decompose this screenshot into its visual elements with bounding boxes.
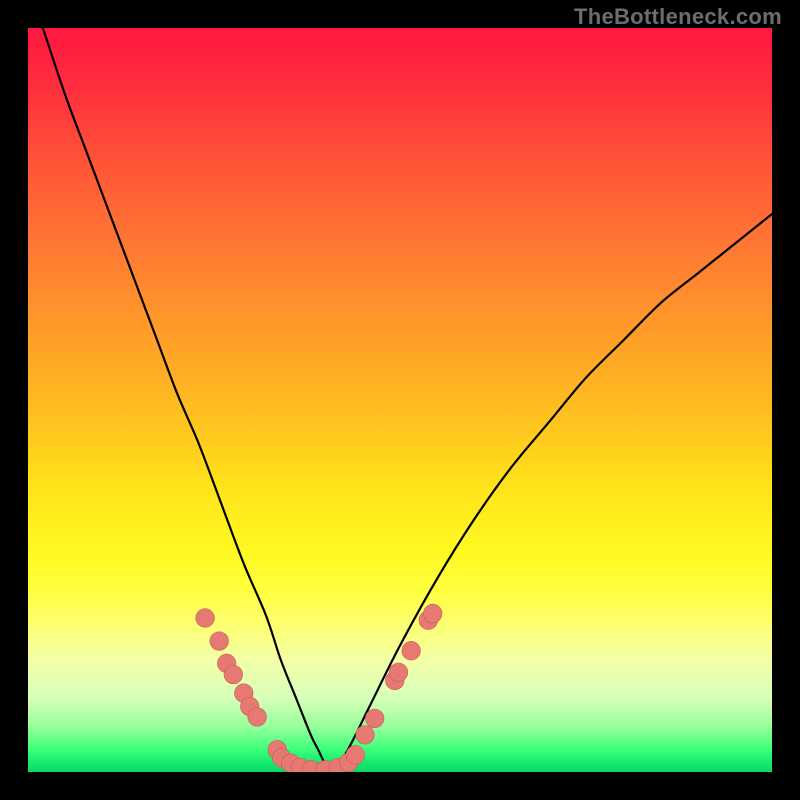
data-marker <box>423 604 442 623</box>
marker-group <box>196 604 442 772</box>
chart-frame: TheBottleneck.com <box>0 0 800 800</box>
data-marker <box>389 663 408 682</box>
plot-area <box>28 28 772 772</box>
data-marker <box>210 632 229 651</box>
data-marker <box>402 641 421 660</box>
data-marker <box>365 709 384 728</box>
data-marker <box>248 708 267 727</box>
data-marker <box>356 726 375 745</box>
chart-svg <box>28 28 772 772</box>
bottleneck-curve-path <box>43 28 772 772</box>
watermark-text: TheBottleneck.com <box>574 4 782 30</box>
data-marker <box>196 609 215 628</box>
data-marker <box>346 746 365 765</box>
data-marker <box>224 665 243 684</box>
